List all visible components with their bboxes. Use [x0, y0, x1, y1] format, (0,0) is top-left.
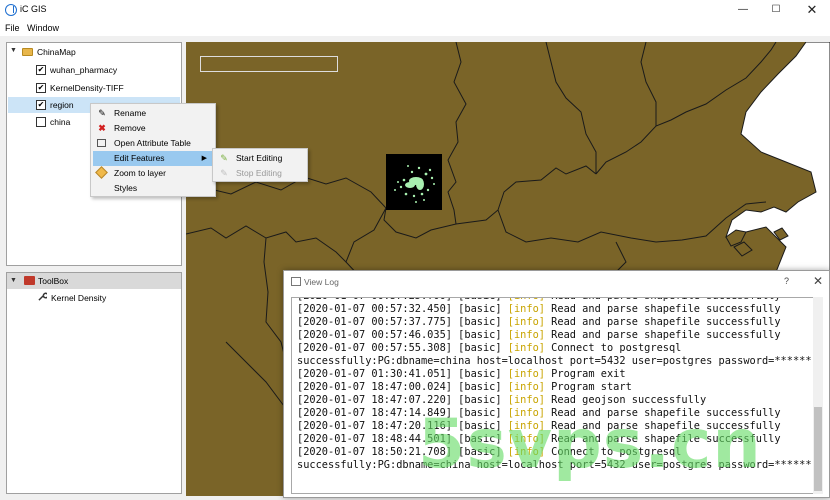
log-line: [2020-01-07 01:30:41.051] [basic] [info]… [297, 368, 626, 380]
layer-checkbox-china[interactable] [36, 117, 46, 127]
toolbox-panel: ▼ ToolBox Kernel Density [6, 272, 182, 494]
layer-item-china[interactable]: china [50, 114, 70, 130]
log-scrollbar[interactable] [813, 297, 823, 494]
menu-item-label: Stop Editing [236, 168, 282, 178]
close-button[interactable]: ✕ [796, 0, 828, 20]
layer-group-china-map[interactable]: ChinaMap [37, 44, 76, 60]
window-title-bar: iC GIS — ☐ ✕ [0, 0, 830, 20]
menu-item-zoom-to-layer[interactable]: Zoom to layer [93, 166, 213, 181]
log-window-title: View Log [304, 277, 339, 287]
maximize-button[interactable]: ☐ [760, 0, 792, 20]
menu-item-label: Start Editing [236, 153, 283, 163]
menu-item-rename[interactable]: ✎ Rename [93, 106, 213, 121]
log-window-icon [291, 277, 301, 286]
menu-item-label: Open Attribute Table [114, 138, 191, 148]
menu-item-styles[interactable]: Styles [93, 181, 213, 196]
minimize-button[interactable]: — [727, 0, 759, 20]
toolbox-header[interactable]: ▼ ToolBox [7, 273, 181, 289]
table-icon [97, 139, 106, 147]
log-line: [2020-01-07 18:47:00.024] [basic] [info]… [297, 381, 632, 393]
pencil-icon: ✎ [98, 108, 106, 118]
layer-item-kernel-density-tiff[interactable]: KernelDensity-TIFF [50, 80, 124, 96]
tool-kernel-density[interactable]: Kernel Density [51, 290, 106, 306]
toolbox-icon [24, 276, 35, 285]
menu-window[interactable]: Window [27, 23, 59, 33]
log-line: [2020-01-07 00:57:55.308] [basic] [info]… [297, 342, 682, 354]
red-x-icon: ✖ [98, 123, 106, 133]
scrollbar-thumb[interactable] [814, 407, 822, 491]
menu-item-open-attribute-table[interactable]: Open Attribute Table [93, 136, 213, 151]
menu-item-stop-editing: ✎ Stop Editing [215, 166, 305, 181]
close-log-button[interactable]: ✕ [813, 274, 823, 288]
pharmacy-point-cluster [394, 165, 435, 203]
menu-item-label: Edit Features [114, 153, 165, 163]
menu-item-edit-features[interactable]: Edit Features ▶ [93, 151, 213, 166]
toolbox-title: ToolBox [38, 276, 69, 286]
collapse-arrow-icon[interactable]: ▼ [10, 277, 17, 284]
log-line: [2020-01-07 00:57:37.775] [basic] [info]… [297, 316, 781, 328]
log-line: [2020-01-07 00:57:46.035] [basic] [info]… [297, 329, 781, 341]
watermark: 5svps.cn [418, 405, 762, 484]
menu-item-remove[interactable]: ✖ Remove [93, 121, 213, 136]
edit-pencil-icon: ✎ [220, 153, 228, 163]
log-title-bar[interactable]: View Log ? ✕ [284, 271, 829, 293]
zoom-layer-icon [95, 166, 108, 179]
selection-rectangle [200, 56, 338, 72]
log-line: successfully:PG:dbname=china host=localh… [297, 355, 812, 367]
app-logo-icon [5, 4, 17, 16]
log-line: [2020-01-07 00:57:32.450] [basic] [info]… [297, 303, 781, 315]
menu-item-label: Rename [114, 108, 147, 118]
menu-item-label: Remove [114, 123, 146, 133]
kernel-density-raster [386, 154, 442, 210]
layer-item-wuhan-pharmacy[interactable]: wuhan_pharmacy [50, 62, 117, 78]
layer-checkbox-kernel-density[interactable]: ✔ [36, 83, 46, 93]
menu-item-start-editing[interactable]: ✎ Start Editing [215, 151, 305, 166]
layer-context-menu: ✎ Rename ✖ Remove Open Attribute Table E… [90, 103, 216, 197]
wrench-icon [38, 292, 47, 301]
edit-features-submenu: ✎ Start Editing ✎ Stop Editing [212, 148, 308, 182]
menu-item-label: Zoom to layer [114, 168, 166, 178]
layer-checkbox-region[interactable]: ✔ [36, 100, 46, 110]
collapse-arrow-icon[interactable]: ▼ [10, 47, 17, 54]
submenu-arrow-icon: ▶ [201, 155, 207, 162]
help-button[interactable]: ? [784, 276, 789, 286]
menu-bar: File Window [0, 20, 830, 36]
stop-edit-icon: ✎ [220, 168, 228, 178]
layer-checkbox-wuhan-pharmacy[interactable]: ✔ [36, 65, 46, 75]
layer-item-region[interactable]: region [50, 97, 74, 113]
window-title: iC GIS [20, 4, 47, 14]
menu-file[interactable]: File [5, 23, 20, 33]
menu-item-label: Styles [114, 183, 138, 193]
folder-icon [22, 48, 33, 56]
